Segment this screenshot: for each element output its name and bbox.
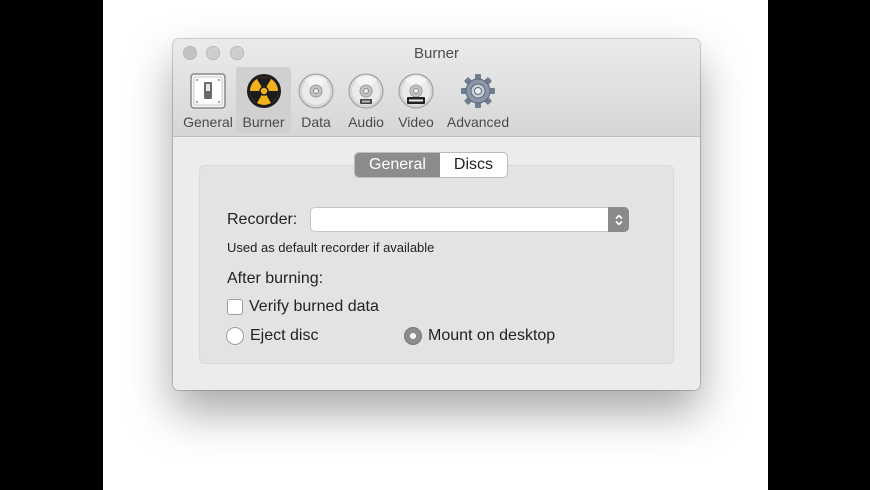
mount-label: Mount on desktop <box>428 327 556 344</box>
eject-option[interactable]: Eject disc <box>226 327 318 345</box>
window-title: Burner <box>413 45 460 62</box>
mount-radio[interactable] <box>404 327 422 345</box>
audio-cd-icon <box>345 70 387 112</box>
radiation-icon <box>243 70 285 112</box>
toolbar-label-audio: Audio <box>348 114 384 130</box>
toolbar-item-advanced[interactable]: Advanced <box>441 67 515 133</box>
toolbar-item-burner[interactable]: Burner <box>236 67 291 133</box>
tab-discs[interactable]: Discs <box>440 153 507 177</box>
cd-icon <box>295 70 337 112</box>
toolbar-label-video: Video <box>398 114 434 130</box>
toolbar-item-data[interactable]: Data <box>291 67 341 133</box>
tab-general[interactable]: General <box>355 153 440 177</box>
toolbar-label-data: Data <box>301 114 331 130</box>
popup-arrows-icon <box>608 207 629 232</box>
settings-group-box: Recorder: Used as default recorder if av… <box>199 165 674 364</box>
toolbar-label-burner: Burner <box>242 114 285 130</box>
switch-icon <box>187 70 229 112</box>
dvd-icon <box>395 70 437 112</box>
mount-option[interactable]: Mount on desktop <box>404 327 555 345</box>
tab-segmented-control: General Discs <box>354 152 509 178</box>
recorder-popup[interactable] <box>310 207 629 232</box>
toolbar-label-general: General <box>183 114 233 130</box>
recorder-hint: Used as default recorder if available <box>227 240 435 255</box>
verify-label: Verify burned data <box>249 298 379 315</box>
verify-option[interactable]: Verify burned data <box>227 298 379 316</box>
eject-label: Eject disc <box>250 327 319 344</box>
titlebar: Burner General Burner Data Audio Video A… <box>173 39 700 137</box>
toolbar-label-advanced: Advanced <box>446 114 510 130</box>
recorder-label: Recorder: <box>227 211 298 228</box>
preferences-toolbar: General Burner Data Audio Video Advanced <box>180 67 515 133</box>
gear-icon <box>457 70 499 112</box>
verify-checkbox[interactable] <box>227 299 243 315</box>
after-burning-label: After burning: <box>227 270 324 287</box>
toolbar-item-video[interactable]: Video <box>391 67 441 133</box>
toolbar-item-general[interactable]: General <box>180 67 236 133</box>
screenshot-background: Burner General Burner Data Audio Video A… <box>103 0 768 490</box>
burner-preferences-pane: Recorder: Used as default recorder if av… <box>173 137 700 390</box>
eject-radio[interactable] <box>226 327 244 345</box>
preferences-window: Burner General Burner Data Audio Video A… <box>173 39 700 390</box>
toolbar-item-audio[interactable]: Audio <box>341 67 391 133</box>
